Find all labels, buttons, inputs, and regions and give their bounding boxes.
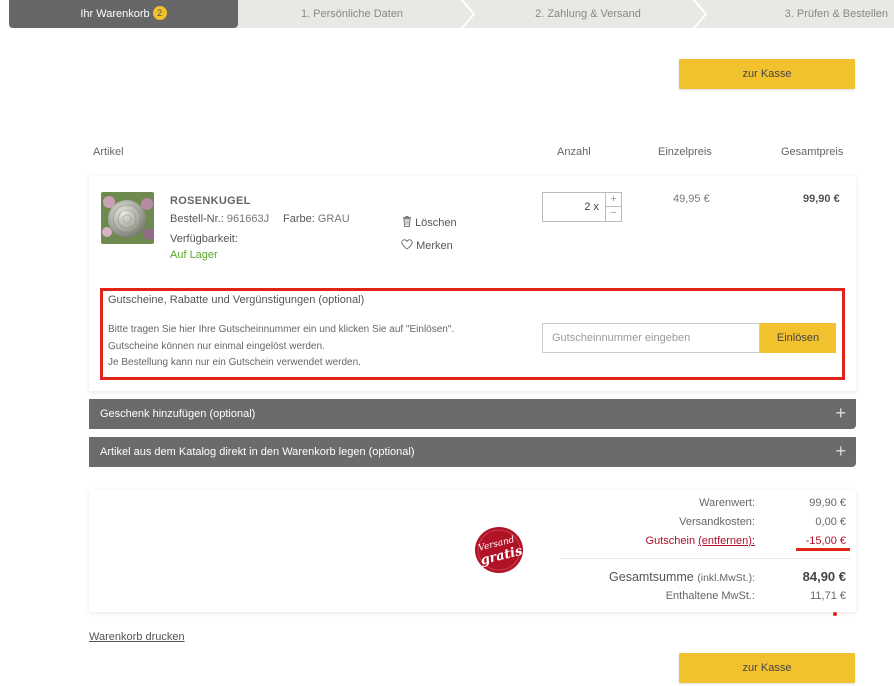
color-row: Farbe: GRAU: [283, 213, 350, 225]
checkout-button-label: zur Kasse: [742, 662, 792, 674]
quantity-value[interactable]: 2 x: [543, 193, 605, 221]
print-cart-link[interactable]: Warenkorb drucken: [89, 631, 185, 643]
vat-marker-dot: [833, 612, 837, 616]
step-payment-label: 2. Zahlung & Versand: [535, 8, 641, 20]
free-shipping-seal: Versand gratis: [473, 525, 525, 575]
step-personal-data[interactable]: 1. Persönliche Daten: [241, 0, 463, 28]
checkout-button-bottom[interactable]: zur Kasse: [679, 653, 855, 683]
goods-value-label: Warenwert:: [699, 497, 755, 509]
col-total-header: Gesamtpreis: [781, 146, 844, 158]
order-number-value: 961663J: [226, 213, 270, 225]
availability-value: Auf Lager: [170, 249, 218, 261]
voucher-value: -15,00 €: [805, 535, 846, 547]
cart-count-badge: 2: [152, 6, 167, 21]
checkout-button-top[interactable]: zur Kasse: [679, 59, 855, 89]
grand-total-label: Gesamtsumme: [609, 570, 694, 584]
remember-label: Merken: [416, 240, 453, 252]
shipping-cost-label: Versandkosten:: [679, 516, 755, 528]
color-label: Farbe:: [283, 213, 315, 225]
color-value: GRAU: [317, 213, 350, 225]
unit-price: 49,95 €: [673, 193, 710, 205]
order-number-row: Bestell-Nr.: 961663J: [170, 213, 269, 225]
coupon-help-line-3: Je Bestellung kann nur ein Gutschein ver…: [108, 357, 361, 368]
col-unit-header: Einzelpreis: [658, 146, 712, 158]
add-gift-label: Geschenk hinzufügen (optional): [100, 408, 256, 420]
checkout-steps: Ihr Warenkorb 2 1. Persönliche Daten 2. Z…: [9, 0, 894, 28]
coupon-title: Gutscheine, Rabatte und Vergünstigungen …: [108, 294, 365, 306]
shipping-cost-value: 0,00 €: [815, 516, 846, 528]
add-gift-accordion[interactable]: Geschenk hinzufügen (optional) +: [89, 399, 856, 429]
coupon-help-line-1: Bitte tragen Sie hier Ihre Gutscheinnumm…: [108, 324, 455, 335]
grand-total-value: 84,90 €: [802, 569, 846, 584]
col-article-header: Artikel: [93, 146, 124, 158]
step-cart[interactable]: Ihr Warenkorb 2: [9, 0, 238, 28]
trash-icon: [403, 216, 411, 227]
step-chevron-icon: [693, 0, 708, 28]
order-number-label: Bestell-Nr.:: [170, 213, 224, 225]
quantity-stepper[interactable]: 2 x + −: [542, 192, 622, 222]
catalog-quick-add-label: Artikel aus dem Katalog direkt in den Wa…: [100, 446, 415, 458]
coupon-help-line-2: Gutscheine können nur einmal eingelöst w…: [108, 341, 325, 352]
product-name[interactable]: ROSENKUGEL: [170, 195, 251, 207]
grand-total-note: (inkl.MwSt.):: [697, 572, 755, 584]
voucher-underline: [796, 548, 850, 551]
step-review-order[interactable]: 3. Prüfen & Bestellen: [709, 0, 894, 28]
quantity-decrease-button[interactable]: −: [606, 207, 621, 221]
coupon-code-input[interactable]: Gutscheinnummer eingeben: [542, 323, 760, 353]
availability-label: Verfügbarkeit:: [170, 233, 238, 245]
goods-value: 99,90 €: [809, 497, 846, 509]
grand-total-row-label: Gesamtsumme (inkl.MwSt.):: [609, 570, 755, 584]
plus-icon: +: [835, 441, 846, 461]
remember-item-button[interactable]: Merken: [401, 239, 453, 252]
voucher-label: Gutschein: [645, 535, 696, 547]
delete-item-button[interactable]: Löschen: [402, 216, 457, 229]
voucher-row-label: Gutschein (entfernen):: [646, 535, 755, 547]
vat-value: 11,71 €: [810, 590, 846, 602]
redeem-coupon-button[interactable]: Einlösen: [760, 323, 836, 353]
plus-icon: +: [835, 403, 846, 423]
catalog-quick-add-accordion[interactable]: Artikel aus dem Katalog direkt in den Wa…: [89, 437, 856, 467]
step-personal-label: 1. Persönliche Daten: [300, 8, 404, 20]
step-cart-label: Ihr Warenkorb: [80, 8, 150, 20]
quantity-increase-button[interactable]: +: [606, 193, 621, 207]
delete-label: Löschen: [415, 217, 457, 229]
col-qty-header: Anzahl: [557, 146, 591, 158]
line-total-price: 99,90 €: [803, 193, 840, 205]
step-review-label: 3. Prüfen & Bestellen: [784, 8, 888, 20]
checkout-button-label: zur Kasse: [742, 68, 792, 80]
step-payment-shipping[interactable]: 2. Zahlung & Versand: [477, 0, 699, 28]
vat-label: Enthaltene MwSt.:: [665, 590, 755, 602]
step-chevron-icon: [461, 0, 476, 28]
remove-voucher-link[interactable]: (entfernen):: [698, 535, 755, 547]
heart-icon: [401, 239, 413, 250]
product-thumbnail[interactable]: [101, 192, 154, 244]
